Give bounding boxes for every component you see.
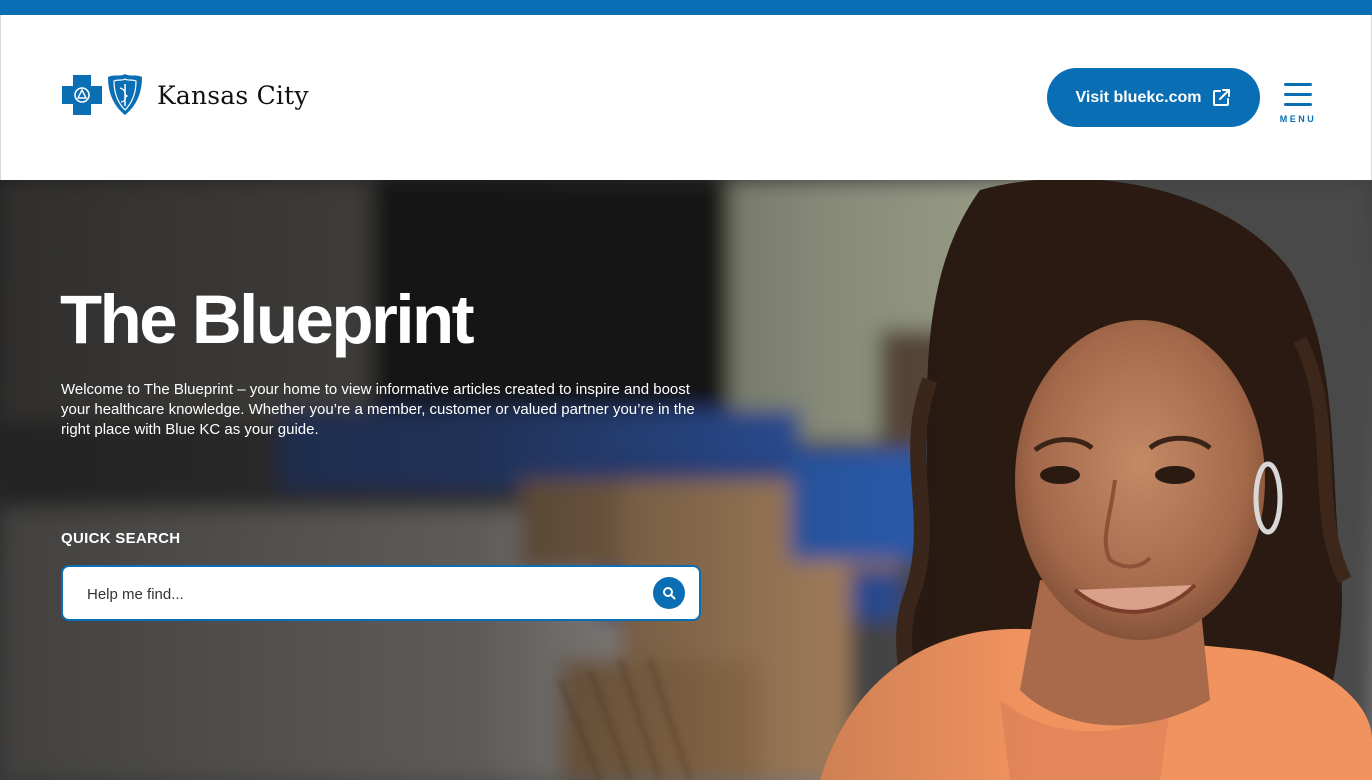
search-button[interactable] <box>653 577 685 609</box>
visit-bluekc-button[interactable]: Visit bluekc.com <box>1047 68 1260 127</box>
menu-label: MENU <box>1279 114 1317 124</box>
site-header: Kansas City Visit bluekc.com MENU <box>0 15 1372 180</box>
quick-search-label: QUICK SEARCH <box>61 530 181 547</box>
page-title: The Blueprint <box>60 281 475 358</box>
menu-button[interactable]: MENU <box>1277 83 1319 129</box>
search-icon <box>663 587 676 600</box>
hamburger-icon <box>1284 83 1312 113</box>
external-link-icon <box>1213 88 1231 106</box>
search-input[interactable] <box>85 567 649 621</box>
hero-overlay <box>0 180 1372 780</box>
logo-link[interactable]: Kansas City <box>61 73 309 117</box>
top-accent-bar <box>0 0 1372 15</box>
logo-text: Kansas City <box>157 80 309 110</box>
blue-cross-blue-shield-logo-icon <box>62 74 142 115</box>
visit-button-label: Visit bluekc.com <box>1075 88 1202 106</box>
hero-description: Welcome to The Blueprint – your home to … <box>61 381 695 438</box>
hero-section: The Blueprint Welcome to The Blueprint –… <box>0 180 1372 780</box>
quick-search-box <box>61 565 701 621</box>
